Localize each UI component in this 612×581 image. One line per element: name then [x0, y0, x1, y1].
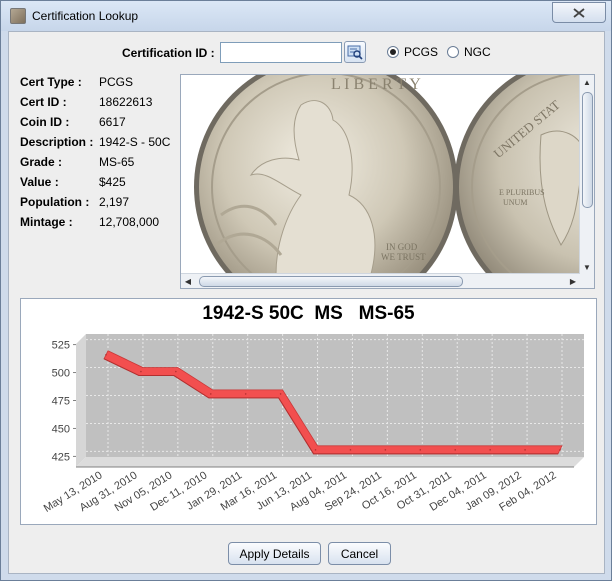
info-key: Mintage : [20, 215, 73, 229]
info-row-value: Value : $425 [20, 175, 185, 195]
chart-canvas: 425450475500525May 13, 2010Aug 31, 2010N… [42, 334, 584, 515]
info-value: 6617 [99, 115, 126, 129]
info-row-cert-id: Cert ID : 18622613 [20, 95, 185, 115]
data-point [244, 393, 247, 395]
data-point [140, 370, 142, 373]
coin-image: L I B E R T Y IN GOD WE TRUST UNITED STA… [181, 75, 580, 274]
data-point [559, 449, 561, 451]
radio-ngc[interactable]: NGC [447, 45, 491, 59]
cert-id-input[interactable] [220, 42, 342, 63]
radio-pcgs-label: PCGS [404, 45, 439, 59]
scroll-thumb-horizontal[interactable] [199, 276, 463, 287]
app-icon [10, 8, 26, 24]
scroll-left-icon[interactable]: ◀ [181, 274, 195, 288]
coin-image-pane[interactable]: L I B E R T Y IN GOD WE TRUST UNITED STA… [180, 74, 595, 289]
info-key: Population : [20, 195, 90, 209]
y-tick-label: 475 [52, 396, 70, 408]
lookup-icon [347, 45, 363, 60]
info-row-mintage: Mintage : 12,708,000 [20, 215, 185, 235]
info-value: 2,197 [99, 195, 130, 209]
close-icon [573, 7, 585, 18]
data-point [384, 449, 387, 451]
data-point [314, 449, 317, 451]
y-tick-label: 450 [52, 423, 70, 435]
scroll-corner [580, 274, 594, 288]
data-point [209, 393, 212, 395]
chart-title: 1942-S 50C MS MS-65 [202, 303, 415, 324]
svg-text:E PLURIBUS: E PLURIBUS [499, 188, 545, 197]
info-key: Coin ID : [20, 115, 70, 129]
svg-text:IN GOD: IN GOD [386, 242, 418, 252]
info-value: MS-65 [99, 155, 135, 169]
close-button[interactable] [552, 2, 606, 23]
info-key: Cert ID : [20, 95, 67, 109]
info-row-grade: Grade : MS-65 [20, 155, 185, 175]
info-row-description: Description : 1942-S - 50C [20, 135, 185, 155]
info-value: 18622613 [99, 95, 153, 109]
svg-text:UNUM: UNUM [503, 198, 527, 207]
chart-floor [76, 457, 584, 467]
chart-left-wall [76, 334, 86, 467]
radio-pcgs-indicator[interactable] [387, 46, 399, 58]
data-point [419, 449, 422, 451]
price-history-chart: 425 450 475 500 525 May 13, 2010 Aug 31, 2010 N… [20, 298, 597, 525]
scroll-thumb-vertical[interactable] [582, 92, 593, 208]
info-key: Grade : [20, 155, 63, 169]
scroll-right-icon[interactable]: ▶ [566, 274, 580, 288]
cert-id-label: Certification ID : [122, 46, 215, 60]
svg-text:L I B E R T Y: L I B E R T Y [331, 76, 421, 93]
radio-ngc-indicator[interactable] [447, 46, 459, 58]
data-point [105, 353, 107, 356]
info-key: Value : [20, 175, 59, 189]
scroll-up-icon[interactable]: ▲ [580, 75, 594, 89]
info-value: 12,708,000 [99, 215, 160, 229]
info-key: Description : [20, 135, 94, 149]
apply-details-button[interactable]: Apply Details [228, 542, 321, 565]
radio-ngc-label: NGC [464, 45, 491, 59]
y-tick-label: 425 [52, 451, 70, 463]
data-point [175, 370, 177, 373]
scroll-down-icon[interactable]: ▼ [580, 260, 594, 274]
data-point [279, 393, 282, 395]
image-horizontal-scrollbar[interactable]: ◀ ▶ [181, 273, 580, 288]
data-point [524, 449, 526, 451]
image-vertical-scrollbar[interactable]: ▲ ▼ [579, 75, 594, 274]
info-row-coin-id: Coin ID : 6617 [20, 115, 185, 135]
svg-text:WE TRUST: WE TRUST [381, 252, 426, 262]
dialog-content: Certification ID : PCGS NGC Cert Type : … [8, 31, 605, 574]
info-row-cert-type: Cert Type : PCGS [20, 75, 185, 95]
data-point [454, 449, 457, 451]
info-value: $425 [99, 175, 126, 189]
lookup-button[interactable] [344, 41, 366, 63]
info-value: PCGS [99, 75, 134, 89]
info-row-population: Population : 2,197 [20, 195, 185, 215]
certification-lookup-window: Certification Lookup Certification ID : … [0, 0, 612, 581]
radio-pcgs[interactable]: PCGS [387, 45, 438, 59]
y-tick-label: 525 [52, 340, 70, 352]
data-point [489, 449, 491, 451]
title-bar[interactable]: Certification Lookup [1, 1, 611, 31]
window-title: Certification Lookup [32, 9, 139, 23]
info-key: Cert Type : [20, 75, 82, 89]
y-tick-label: 500 [52, 368, 70, 380]
cancel-button[interactable]: Cancel [328, 542, 391, 565]
info-value: 1942-S - 50C [99, 135, 171, 149]
data-point [349, 449, 352, 451]
